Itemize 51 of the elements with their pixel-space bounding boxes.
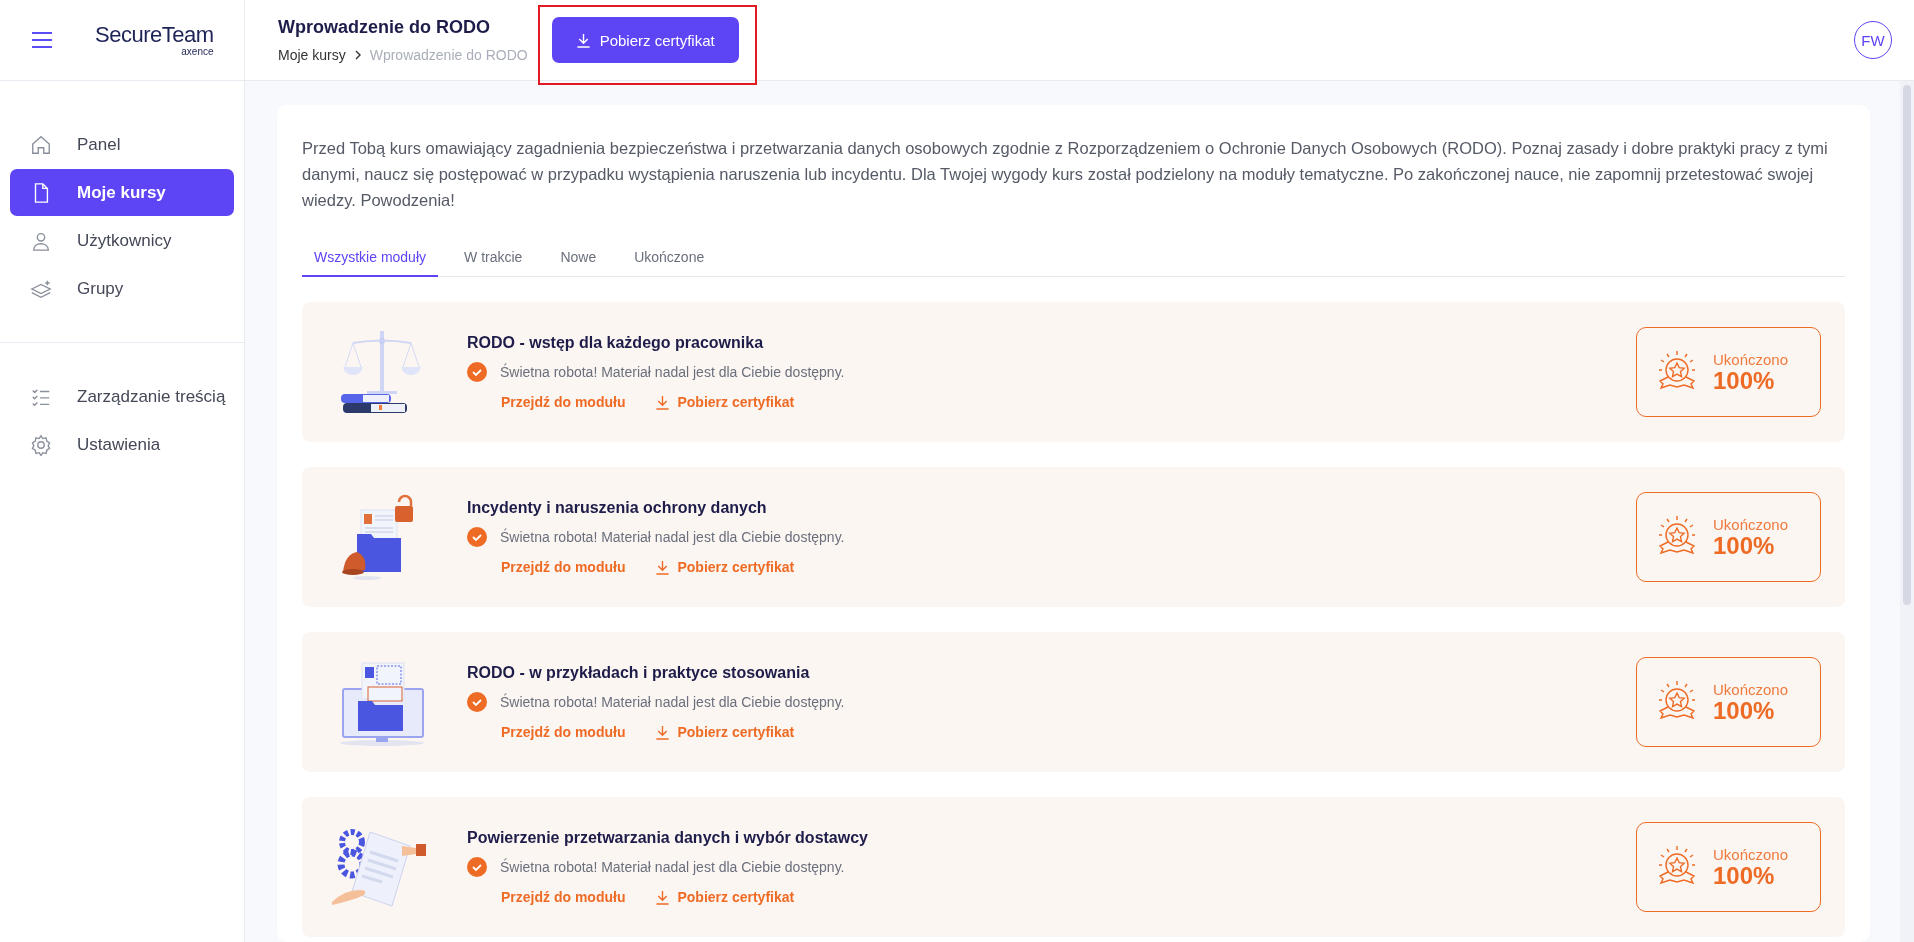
- filter-tab[interactable]: Wszystkie moduły: [302, 241, 439, 277]
- module-status: Świetna robota! Materiał nadal jest dla Ciebie dostępny.: [500, 859, 845, 875]
- sidebar-item[interactable]: Grupy: [10, 265, 234, 312]
- download-certificate-button[interactable]: Pobierz certyfikat: [551, 17, 739, 63]
- module-title: RODO - w przykładach i praktyce stosowania: [467, 664, 811, 682]
- download-certificate-link[interactable]: Pobierz certyfikat: [655, 559, 795, 575]
- sidebar-item[interactable]: Użytkownicy: [10, 217, 234, 264]
- brand-sublogo: axence: [181, 46, 214, 57]
- download-icon: [655, 724, 671, 740]
- home-icon: [30, 133, 52, 156]
- badge-label: Ukończono: [1713, 351, 1789, 367]
- download-certificate-link[interactable]: Pobierz certyfikat: [655, 724, 795, 740]
- badge-label: Ukończono: [1713, 846, 1789, 862]
- breadcrumb-current: Wprowadzenie do RODO: [369, 47, 528, 63]
- settings-icon: [30, 433, 52, 456]
- download-icon: [655, 559, 671, 575]
- module-status: Świetna robota! Materiał nadal jest dla Ciebie dostępny.: [500, 364, 845, 380]
- sidebar-item[interactable]: Zarządzanie treścią: [10, 373, 234, 420]
- filter-tab[interactable]: Nowe: [548, 241, 609, 277]
- sidebar-item[interactable]: Moje kursy: [10, 169, 234, 216]
- module-status: Świetna robota! Materiał nadal jest dla Ciebie dostępny.: [500, 529, 845, 545]
- page-title: Wprowadzenie do RODO: [278, 17, 491, 38]
- badge-percentage: 100%: [1713, 863, 1776, 888]
- sidebar-item[interactable]: Panel: [10, 121, 234, 168]
- module-status: Świetna robota! Materiał nadal jest dla Ciebie dostępny.: [500, 694, 845, 710]
- download-icon: [575, 32, 591, 48]
- breadcrumb-link[interactable]: Moje kursy: [278, 47, 346, 63]
- download-certificate-link[interactable]: Pobierz certyfikat: [655, 394, 795, 410]
- module-title: RODO - wstęp dla każdego pracownika: [467, 334, 765, 352]
- scrollbar[interactable]: [1900, 81, 1914, 942]
- badge-percentage: 100%: [1713, 533, 1776, 558]
- badge-percentage: 100%: [1713, 698, 1776, 723]
- download-icon: [655, 394, 671, 410]
- badge-percentage: 100%: [1713, 368, 1776, 393]
- module-title: Powierzenie przetwarzania danych i wybór dostawcy: [467, 829, 869, 847]
- chevron-icon: [354, 50, 361, 60]
- go-to-module-link[interactable]: Przejdź do modułu: [501, 724, 626, 740]
- badge-label: Ukończono: [1713, 681, 1789, 697]
- go-to-module-link[interactable]: Przejdź do modułu: [501, 559, 626, 575]
- menu-icon[interactable]: [31, 32, 53, 48]
- go-to-module-link[interactable]: Przejdź do modułu: [501, 394, 626, 410]
- go-to-module-link[interactable]: Przejdź do modułu: [501, 889, 626, 905]
- download-certificate-link[interactable]: Pobierz certyfikat: [655, 889, 795, 905]
- brand-logo: SecureTeam: [95, 23, 214, 46]
- sidebar-item[interactable]: Ustawienia: [10, 421, 234, 468]
- download-icon: [655, 889, 671, 905]
- course-description: Przed Tobą kurs omawiający zagadnienia bezpieczeństwa i przetwarzania danych osobowych zgodnie z Rozporządzeniem o Ochronie Danych Osobowych (RODO). Poznaj zasady i dobre praktyki pracy z tymi danymi, naucz się postępować w przypadku wystąpienia naruszenia lub incydentu. Dla Twojej wygody kurs został podzielony na moduły tematyczne. Po zakończonej nauce, nie zapomnij przetestować swojej wiedzy. Powodzenia!: [302, 138, 1829, 211]
- filter-tab[interactable]: W trakcie: [452, 241, 535, 277]
- badge-label: Ukończono: [1713, 516, 1789, 532]
- filter-tab[interactable]: Ukończone: [622, 241, 717, 277]
- module-title: Incydenty i naruszenia ochrony danych: [467, 499, 768, 517]
